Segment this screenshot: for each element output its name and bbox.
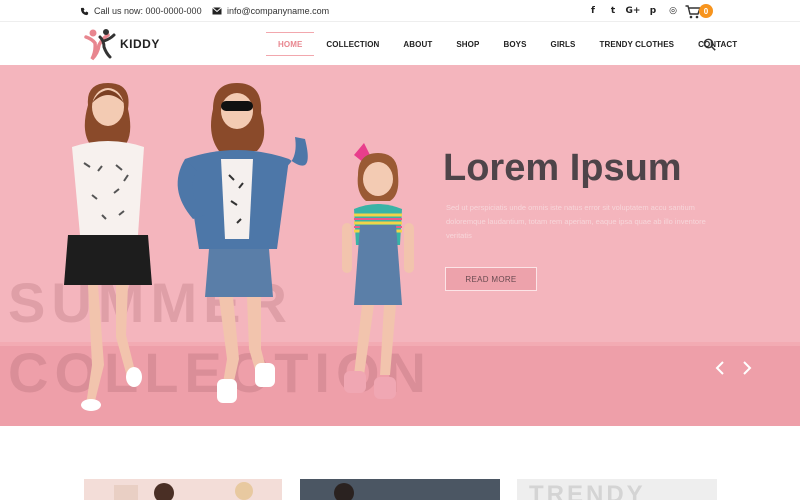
hero-image-girl-3	[342, 143, 414, 399]
main-header: KIDDY HOME COLLECTION ABOUT SHOP BOYS GI…	[0, 22, 800, 65]
nav-shop[interactable]: SHOP	[444, 32, 491, 56]
category-cards: TRENDY	[0, 426, 800, 500]
hero-image-girl-2	[177, 83, 308, 403]
nav-girls[interactable]: GIRLS	[539, 32, 588, 56]
envelope-icon	[212, 7, 222, 15]
nav-about[interactable]: ABOUT	[391, 32, 444, 56]
hero-image-girl-1	[64, 83, 152, 411]
nav-trendy-clothes[interactable]: TRENDY CLOTHES	[587, 32, 686, 56]
card-2-image	[334, 483, 354, 500]
main-nav: HOME COLLECTION ABOUT SHOP BOYS GIRLS TR…	[266, 32, 749, 56]
search-icon	[703, 38, 716, 51]
twitter-icon[interactable]: t	[603, 6, 623, 16]
phone-text: Call us now: 000-0000-000	[94, 6, 202, 16]
search-button[interactable]	[703, 38, 716, 56]
facebook-icon[interactable]: f	[583, 6, 603, 16]
social-links: f t G+ p ◎	[583, 0, 683, 22]
slider-next-button[interactable]	[739, 360, 755, 376]
nav-boys[interactable]: BOYS	[491, 32, 538, 56]
read-more-button[interactable]: READ MORE	[445, 267, 537, 291]
logo-mark-icon	[84, 29, 116, 61]
instagram-icon[interactable]: ◎	[663, 6, 683, 16]
category-card-1[interactable]	[84, 479, 282, 500]
cart-count-badge: 0	[699, 4, 713, 18]
category-card-3[interactable]: TRENDY	[517, 479, 717, 500]
chevron-left-icon	[715, 361, 724, 375]
top-bar: Call us now: 000-0000-000 info@companyna…	[0, 0, 800, 22]
email-text: info@companyname.com	[227, 6, 330, 16]
slider-prev-button[interactable]	[712, 360, 728, 376]
pinterest-icon[interactable]: p	[643, 6, 663, 16]
card-1-image	[114, 482, 253, 500]
hero-description: Sed ut perspiciatis unde omnis iste natu…	[446, 203, 706, 240]
logo-text: KIDDY	[120, 37, 160, 51]
google-plus-icon[interactable]: G+	[623, 6, 643, 16]
hero-slider: SUMMER COLLECTION Lorem Ipsum Sed ut per…	[0, 65, 800, 426]
nav-contact[interactable]: CONTACT	[686, 32, 749, 56]
nav-home[interactable]: HOME	[266, 32, 315, 56]
card-3-label: TRENDY	[529, 481, 646, 500]
cart-button[interactable]: 0	[685, 3, 715, 20]
category-card-2[interactable]	[300, 479, 500, 500]
email-contact[interactable]: info@companyname.com	[212, 0, 329, 22]
chevron-right-icon	[743, 361, 752, 375]
nav-collection[interactable]: COLLECTION	[314, 32, 391, 56]
hero-title: Lorem Ipsum	[443, 147, 682, 189]
phone-contact: Call us now: 000-0000-000	[80, 0, 202, 22]
logo[interactable]: KIDDY	[84, 27, 160, 61]
phone-icon	[80, 7, 89, 15]
